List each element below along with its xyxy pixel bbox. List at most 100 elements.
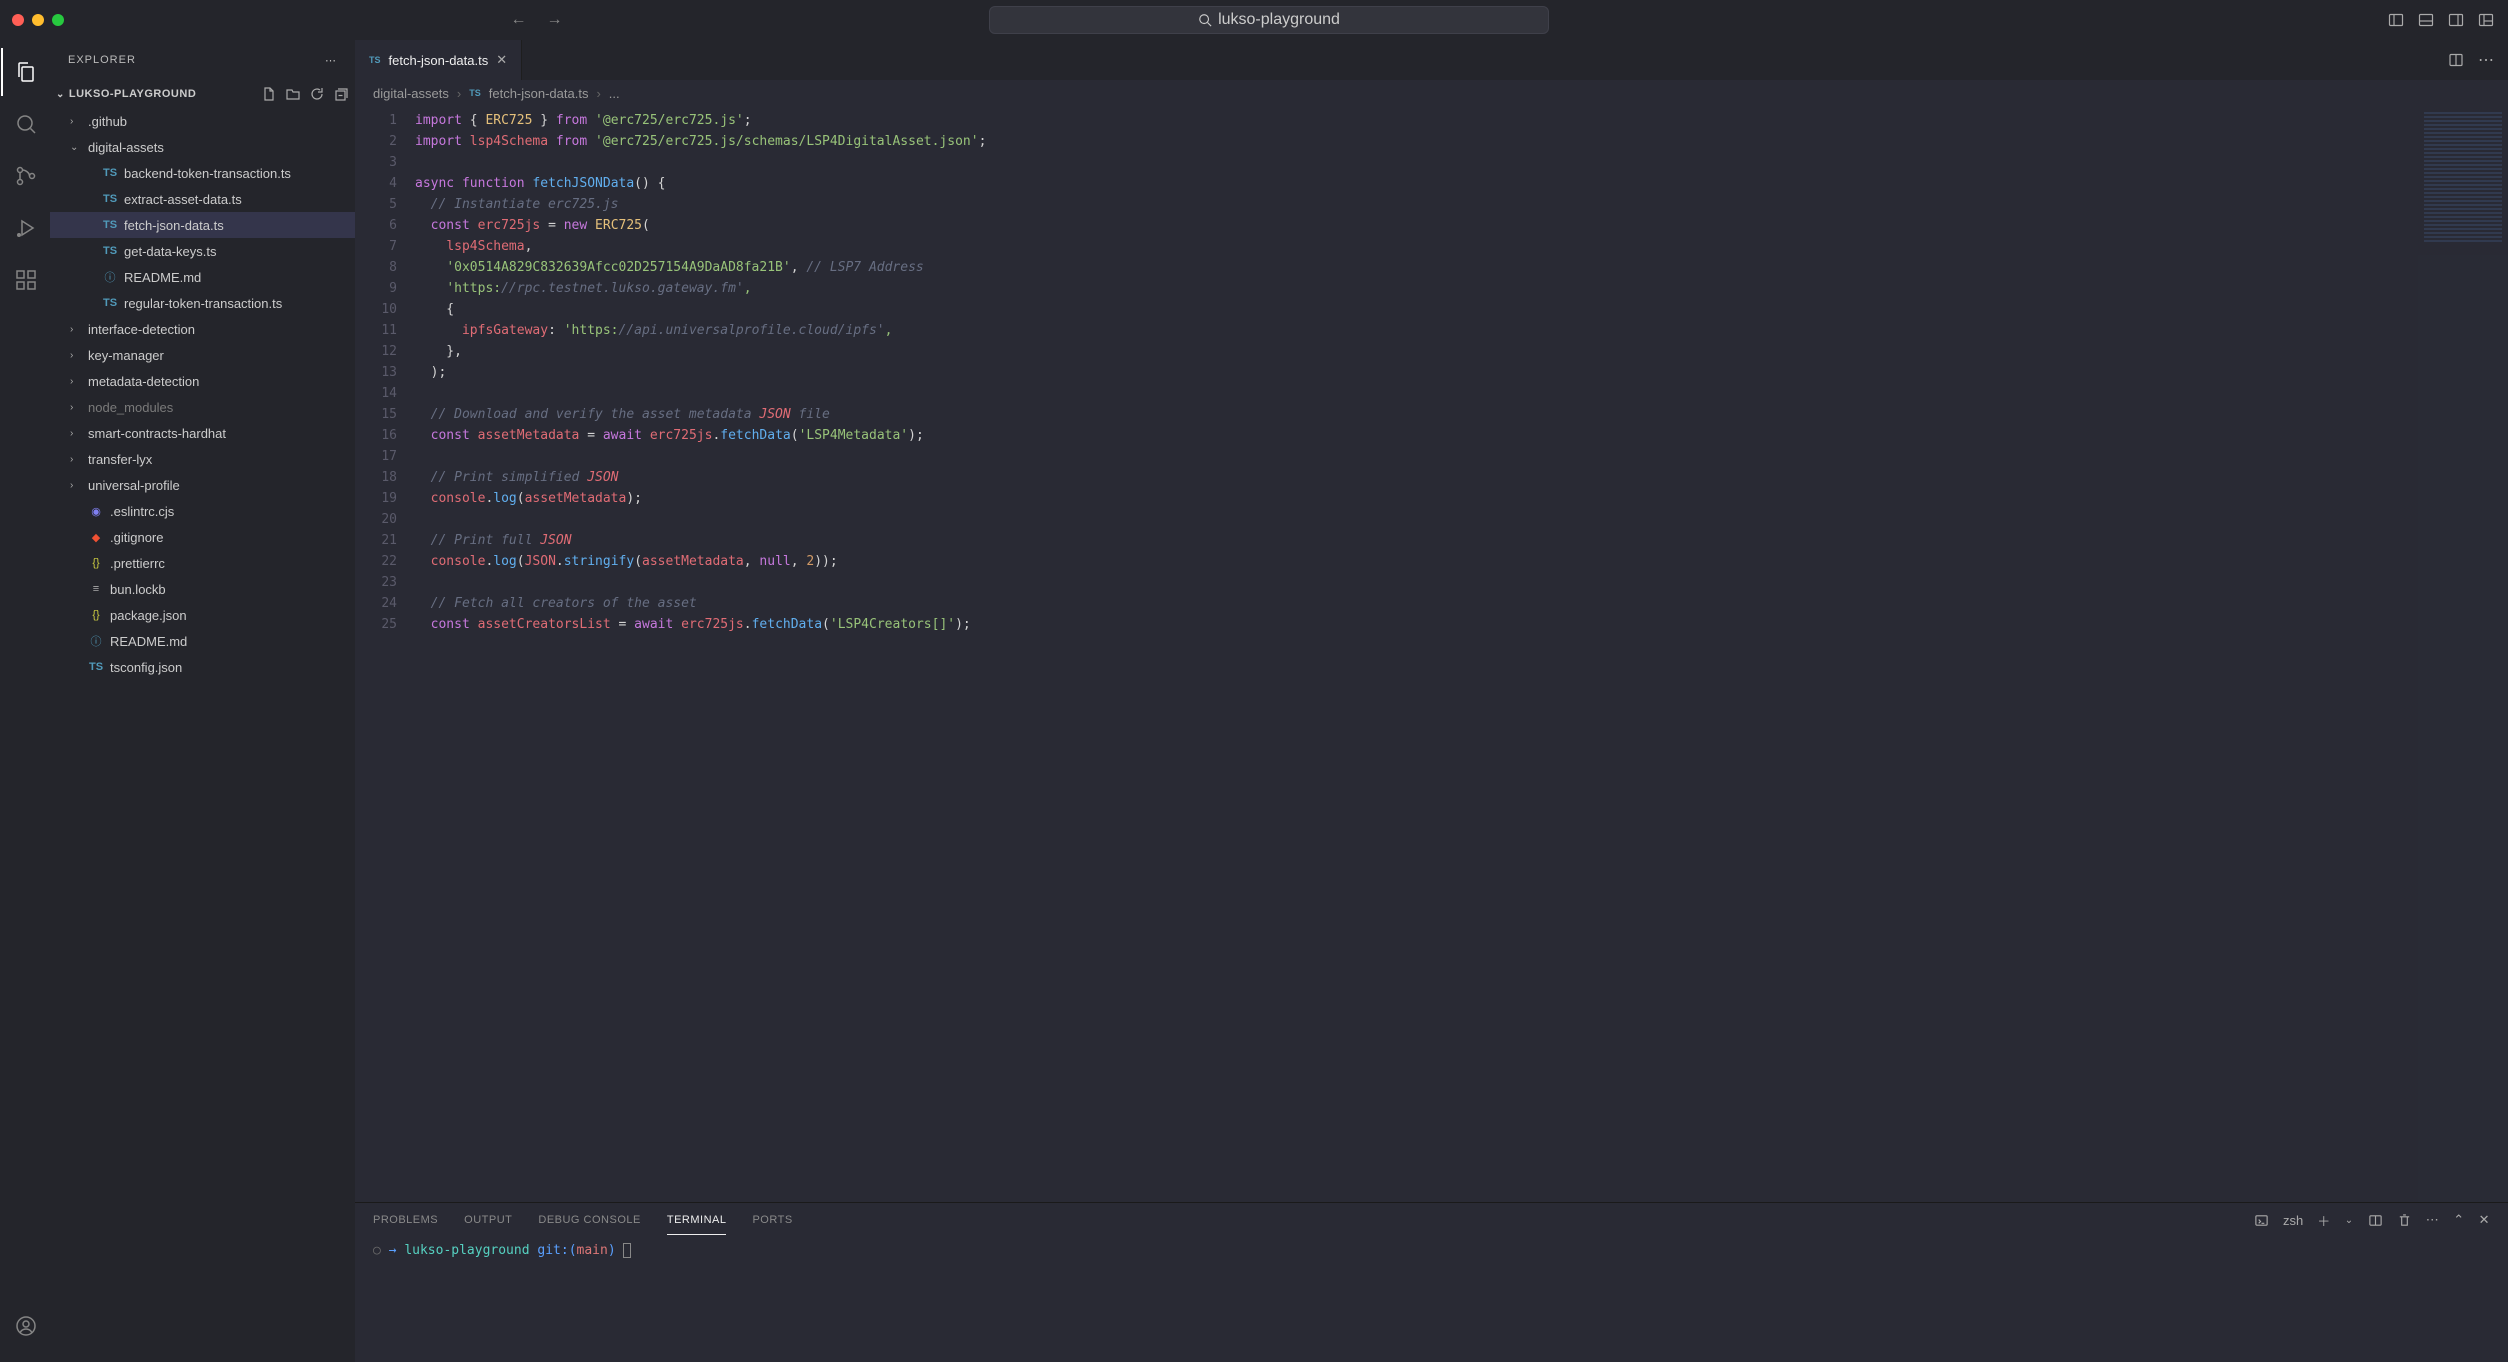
tree-item-label: .github <box>88 114 127 129</box>
breadcrumb-file[interactable]: fetch-json-data.ts <box>489 86 589 101</box>
tree-item-label: extract-asset-data.ts <box>124 192 242 207</box>
tree-item-label: backend-token-transaction.ts <box>124 166 291 181</box>
tree-item-label: metadata-detection <box>88 374 199 389</box>
tree-file[interactable]: TSextract-asset-data.ts <box>50 186 355 212</box>
layout-secondary-sidebar-icon[interactable] <box>2446 10 2466 30</box>
tree-item-label: node_modules <box>88 400 173 415</box>
new-terminal-icon[interactable]: ＋ <box>2317 1211 2331 1230</box>
search-text: lukso-playground <box>1218 11 1340 29</box>
editor-area: TS fetch-json-data.ts ✕ ⋯ digital-assets… <box>355 40 2508 1362</box>
refresh-icon[interactable] <box>309 86 325 102</box>
tree-item-label: smart-contracts-hardhat <box>88 426 226 441</box>
tree-folder[interactable]: ›universal-profile <box>50 472 355 498</box>
explorer-activity-icon[interactable] <box>1 48 49 96</box>
panel-tab-terminal[interactable]: TERMINAL <box>667 1206 727 1235</box>
panel-tab-problems[interactable]: PROBLEMS <box>373 1206 438 1234</box>
nav-forward-icon[interactable]: → <box>543 7 567 33</box>
nav-back-icon[interactable]: ← <box>507 7 531 33</box>
panel-more-icon[interactable]: ⋯ <box>2426 1212 2440 1228</box>
extensions-activity-icon[interactable] <box>1 256 49 304</box>
tree-file[interactable]: TSget-data-keys.ts <box>50 238 355 264</box>
tree-item-label: .prettierrc <box>110 556 165 571</box>
sidebar-more-icon[interactable]: ⋯ <box>325 54 337 67</box>
tree-item-label: README.md <box>110 634 187 649</box>
tree-folder[interactable]: ›metadata-detection <box>50 368 355 394</box>
split-editor-icon[interactable] <box>2448 52 2464 68</box>
tree-file[interactable]: ≡bun.lockb <box>50 576 355 602</box>
panel-tab-ports[interactable]: PORTS <box>752 1206 792 1234</box>
source-control-activity-icon[interactable] <box>1 152 49 200</box>
accounts-activity-icon[interactable] <box>1 1302 49 1350</box>
editor-more-icon[interactable]: ⋯ <box>2478 50 2494 70</box>
tree-file[interactable]: {}package.json <box>50 602 355 628</box>
code-editor[interactable]: import { ERC725 } from '@erc725/erc725.j… <box>415 106 2418 1202</box>
command-center-search[interactable]: lukso-playground <box>989 6 1549 34</box>
chevron-right-icon: › <box>457 86 461 101</box>
close-window-button[interactable] <box>12 14 24 26</box>
minimize-window-button[interactable] <box>32 14 44 26</box>
tree-folder[interactable]: ›.github <box>50 108 355 134</box>
split-terminal-icon[interactable] <box>2368 1213 2383 1228</box>
breadcrumb[interactable]: digital-assets › TS fetch-json-data.ts ›… <box>355 80 2508 106</box>
tree-file[interactable]: {}.prettierrc <box>50 550 355 576</box>
activity-bar <box>0 40 50 1362</box>
explorer-sidebar: EXPLORER ⋯ ⌄ LUKSO-PLAYGROUND ›.github⌄d… <box>50 40 355 1362</box>
layout-panel-icon[interactable] <box>2416 10 2436 30</box>
tree-item-label: bun.lockb <box>110 582 166 597</box>
editor-tab[interactable]: TS fetch-json-data.ts ✕ <box>355 40 522 80</box>
minimap[interactable] <box>2418 106 2508 1202</box>
tree-file[interactable]: ◉.eslintrc.cjs <box>50 498 355 524</box>
project-name: LUKSO-PLAYGROUND <box>69 88 196 100</box>
search-activity-icon[interactable] <box>1 100 49 148</box>
layout-primary-sidebar-icon[interactable] <box>2386 10 2406 30</box>
tree-folder[interactable]: ⌄digital-assets <box>50 134 355 160</box>
tree-file[interactable]: TSbackend-token-transaction.ts <box>50 160 355 186</box>
typescript-icon: TS <box>369 55 381 65</box>
collapse-all-icon[interactable] <box>333 86 349 102</box>
tree-item-label: universal-profile <box>88 478 180 493</box>
tree-file[interactable]: ⓘREADME.md <box>50 628 355 654</box>
breadcrumb-folder[interactable]: digital-assets <box>373 86 449 101</box>
tree-item-label: README.md <box>124 270 201 285</box>
tree-item-label: key-manager <box>88 348 164 363</box>
tree-item-label: transfer-lyx <box>88 452 152 467</box>
tree-item-label: .eslintrc.cjs <box>110 504 174 519</box>
breadcrumb-symbol[interactable]: ... <box>609 86 620 101</box>
tree-folder[interactable]: ›transfer-lyx <box>50 446 355 472</box>
close-tab-icon[interactable]: ✕ <box>496 52 507 68</box>
kill-terminal-icon[interactable] <box>2397 1213 2412 1228</box>
panel-tab-debug-console[interactable]: DEBUG CONSOLE <box>538 1206 640 1234</box>
terminal-shell-label[interactable]: zsh <box>2283 1213 2303 1228</box>
new-file-icon[interactable] <box>261 86 277 102</box>
layout-customize-icon[interactable] <box>2476 10 2496 30</box>
line-number-gutter: 1234567891011121314151617181920212223242… <box>355 106 415 1202</box>
tree-item-label: digital-assets <box>88 140 164 155</box>
tree-file[interactable]: TSfetch-json-data.ts <box>50 212 355 238</box>
tree-file[interactable]: TSregular-token-transaction.ts <box>50 290 355 316</box>
tree-folder[interactable]: ›interface-detection <box>50 316 355 342</box>
tree-item-label: interface-detection <box>88 322 195 337</box>
tree-folder[interactable]: ›smart-contracts-hardhat <box>50 420 355 446</box>
explorer-folder-header[interactable]: ⌄ LUKSO-PLAYGROUND <box>50 80 355 108</box>
run-debug-activity-icon[interactable] <box>1 204 49 252</box>
tree-file[interactable]: TStsconfig.json <box>50 654 355 680</box>
sidebar-title-label: EXPLORER <box>68 54 136 66</box>
tree-file[interactable]: ⓘREADME.md <box>50 264 355 290</box>
tree-file[interactable]: ◆.gitignore <box>50 524 355 550</box>
editor-tab-bar: TS fetch-json-data.ts ✕ ⋯ <box>355 40 2508 80</box>
tree-item-label: package.json <box>110 608 187 623</box>
new-folder-icon[interactable] <box>285 86 301 102</box>
maximize-panel-icon[interactable]: ⌃ <box>2453 1212 2464 1228</box>
terminal-dropdown-icon[interactable]: ⌄ <box>2345 1215 2354 1226</box>
close-panel-icon[interactable]: ✕ <box>2479 1212 2490 1228</box>
tree-folder[interactable]: ›key-manager <box>50 342 355 368</box>
panel-tab-output[interactable]: OUTPUT <box>464 1206 512 1234</box>
terminal-body[interactable]: ○ → lukso-playground git:(main) <box>355 1237 2508 1362</box>
tree-folder[interactable]: ›node_modules <box>50 394 355 420</box>
chevron-right-icon: › <box>596 86 600 101</box>
tree-item-label: fetch-json-data.ts <box>124 218 224 233</box>
maximize-window-button[interactable] <box>52 14 64 26</box>
terminal-profile-icon[interactable] <box>2254 1213 2269 1228</box>
titlebar: ← → lukso-playground <box>0 0 2508 40</box>
typescript-icon: TS <box>469 88 481 98</box>
